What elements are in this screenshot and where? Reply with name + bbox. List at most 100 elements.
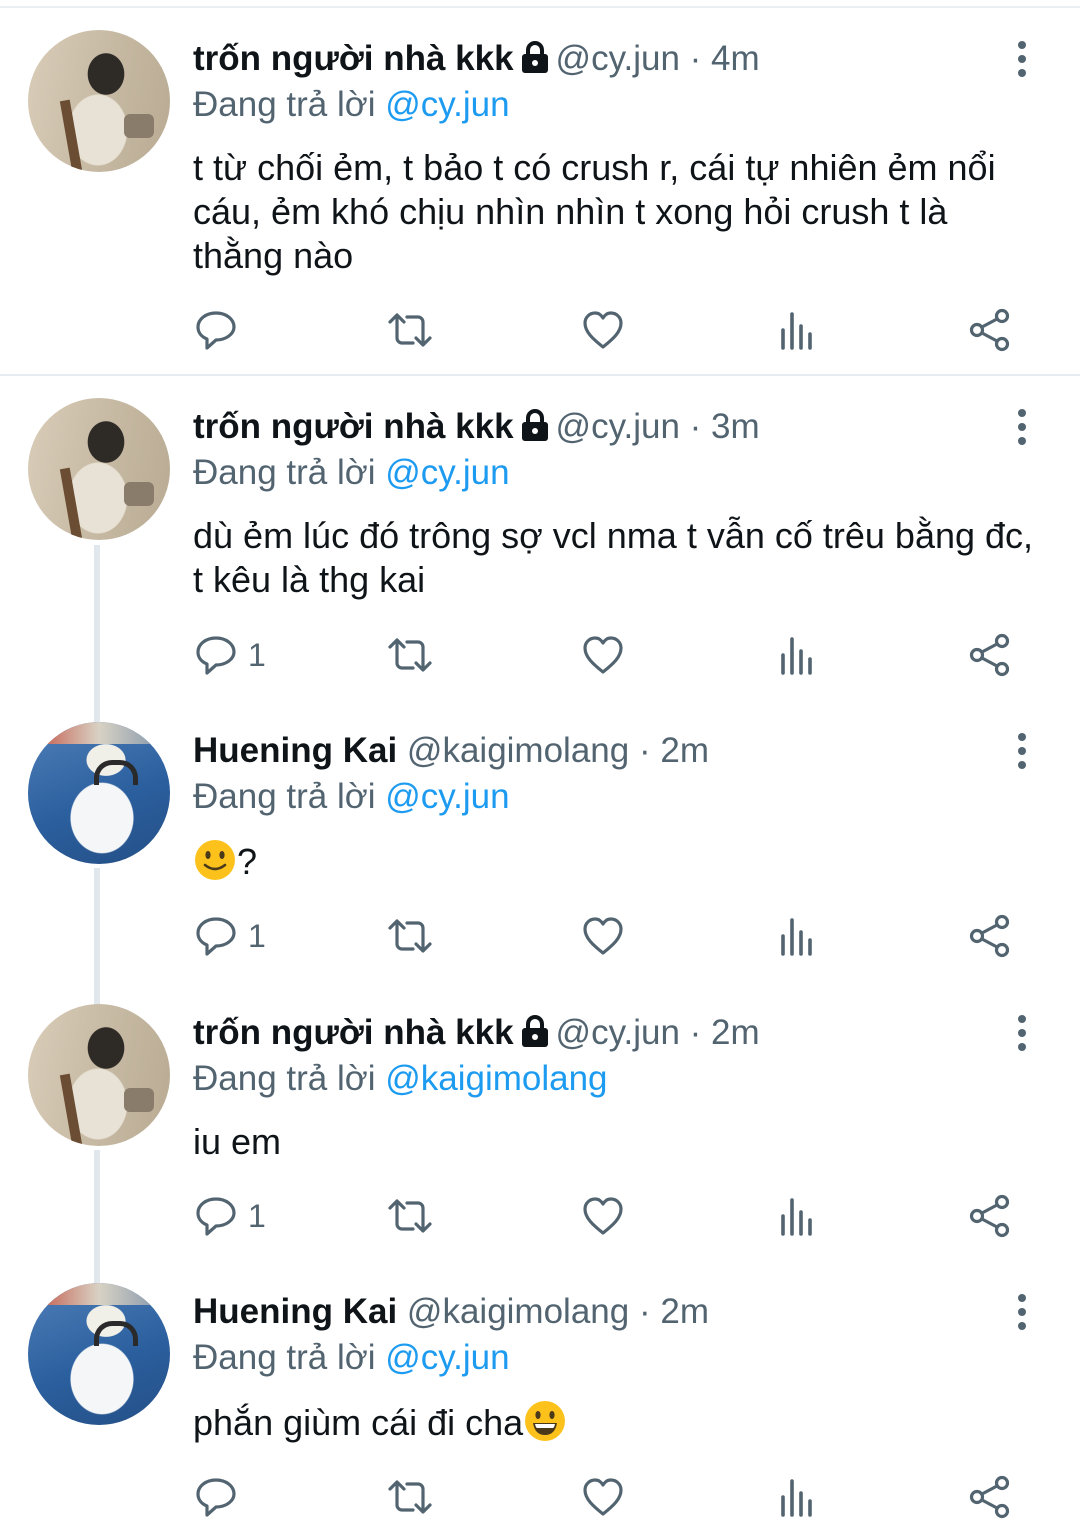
handle[interactable]: @cy.jun [556,407,680,446]
reply-button[interactable] [194,1472,248,1522]
share-icon [969,308,1010,352]
avatar[interactable] [28,1004,170,1146]
avatar[interactable] [28,1283,170,1425]
tweet-header: Huening Kai @kaigimolang · 2m [193,1291,709,1333]
reply-count: 1 [248,636,266,673]
timestamp[interactable]: · 4m [690,39,760,78]
share-button[interactable] [968,911,1012,961]
tweet-header: trốn người nhà kkk @cy.jun · 2m [193,1012,760,1057]
mention-link[interactable]: @cy.jun [385,453,509,492]
action-bar: 1 [0,630,1080,680]
more-vertical-icon[interactable] [1010,40,1034,80]
heart-icon [583,636,623,674]
views-button[interactable] [778,1472,818,1522]
tweet-text-content: phắn giùm cái đi cha [193,1402,524,1443]
timestamp[interactable]: · 2m [690,1013,760,1052]
replying-to: Đang trả lời @kaigimolang [193,1058,608,1100]
views-button[interactable] [778,630,818,680]
timestamp[interactable]: · 3m [690,407,760,446]
replying-to: Đang trả lời @cy.jun [193,776,510,818]
action-bar [0,1472,1080,1522]
display-name[interactable]: trốn người nhà kkk [193,1013,514,1052]
replying-label: Đang trả lời [193,453,386,492]
replying-to: Đang trả lời @cy.jun [193,452,510,494]
reply-button[interactable]: 1 [194,911,266,961]
reply-icon [196,1478,236,1517]
display-name[interactable]: Huening Kai [193,1292,397,1331]
replying-to: Đang trả lời @cy.jun [193,84,510,126]
retweet-button[interactable] [386,1191,434,1241]
retweet-button[interactable] [386,305,434,355]
display-name[interactable]: trốn người nhà kkk [193,407,514,446]
more-vertical-icon[interactable] [1010,1293,1034,1333]
handle[interactable]: @kaigimolang [407,731,629,770]
replying-to: Đang trả lời @cy.jun [193,1337,510,1379]
analytics-icon [781,918,812,956]
like-button[interactable] [581,1191,625,1241]
analytics-icon [781,637,812,675]
reply-count: 1 [248,1197,266,1234]
retweet-button[interactable] [386,911,434,961]
share-icon [969,1194,1010,1238]
more-vertical-icon[interactable] [1010,732,1034,772]
tweet-text: t từ chối ẻm, t bảo t có crush r, cái tự… [193,147,996,276]
action-bar: 1 [0,911,1080,961]
tweet-header: trốn người nhà kkk @cy.jun · 3m [193,406,760,451]
retweet-icon [388,1199,432,1233]
analytics-icon [781,1479,812,1517]
share-button[interactable] [968,305,1012,355]
lock-icon [520,409,550,451]
reply-button[interactable]: 1 [194,1191,266,1241]
display-name[interactable]: Huening Kai [193,731,397,770]
more-vertical-icon[interactable] [1010,408,1034,448]
top-divider [0,6,1080,8]
action-bar [0,305,1080,355]
handle[interactable]: @cy.jun [556,39,680,78]
reply-button[interactable]: 1 [194,630,266,680]
reply-count: 1 [248,917,266,954]
avatar[interactable] [28,722,170,864]
share-button[interactable] [968,630,1012,680]
share-button[interactable] [968,1191,1012,1241]
tweet-header: Huening Kai @kaigimolang · 2m [193,730,709,772]
tweet-text: phắn giùm cái đi cha [193,1399,1043,1453]
views-button[interactable] [778,911,818,961]
views-button[interactable] [778,305,818,355]
views-button[interactable] [778,1191,818,1241]
avatar[interactable] [28,398,170,540]
retweet-button[interactable] [386,630,434,680]
like-button[interactable] [581,911,625,961]
retweet-icon [388,638,432,672]
replying-label: Đang trả lời [193,1059,386,1098]
like-button[interactable] [581,630,625,680]
heart-icon [583,1197,623,1235]
heart-icon [583,917,623,955]
grinning-face-icon [523,1399,567,1453]
more-vertical-icon[interactable] [1010,1014,1034,1054]
timestamp[interactable]: · 2m [639,1292,709,1331]
timestamp[interactable]: · 2m [639,731,709,770]
action-bar: 1 [0,1191,1080,1241]
mention-link[interactable]: @cy.jun [385,1338,509,1377]
replying-label: Đang trả lời [193,777,386,816]
heart-icon [583,311,623,349]
reply-icon [196,917,236,956]
tweet-text: ? [193,838,1043,892]
avatar[interactable] [28,30,170,172]
display-name[interactable]: trốn người nhà kkk [193,39,514,78]
mention-link[interactable]: @kaigimolang [385,1059,607,1098]
share-icon [969,633,1010,677]
like-button[interactable] [581,1472,625,1522]
mention-link[interactable]: @cy.jun [385,777,509,816]
handle[interactable]: @kaigimolang [407,1292,629,1331]
retweet-button[interactable] [386,1472,434,1522]
tweet-text: dù ẻm lúc đó trông sợ vcl nma t vẫn cố t… [193,515,1034,600]
like-button[interactable] [581,305,625,355]
slightly-smiling-face-icon [193,838,237,892]
share-button[interactable] [968,1472,1012,1522]
mention-link[interactable]: @cy.jun [385,85,509,124]
handle[interactable]: @cy.jun [556,1013,680,1052]
retweet-icon [388,1480,432,1514]
retweet-icon [388,313,432,347]
reply-button[interactable] [194,305,248,355]
